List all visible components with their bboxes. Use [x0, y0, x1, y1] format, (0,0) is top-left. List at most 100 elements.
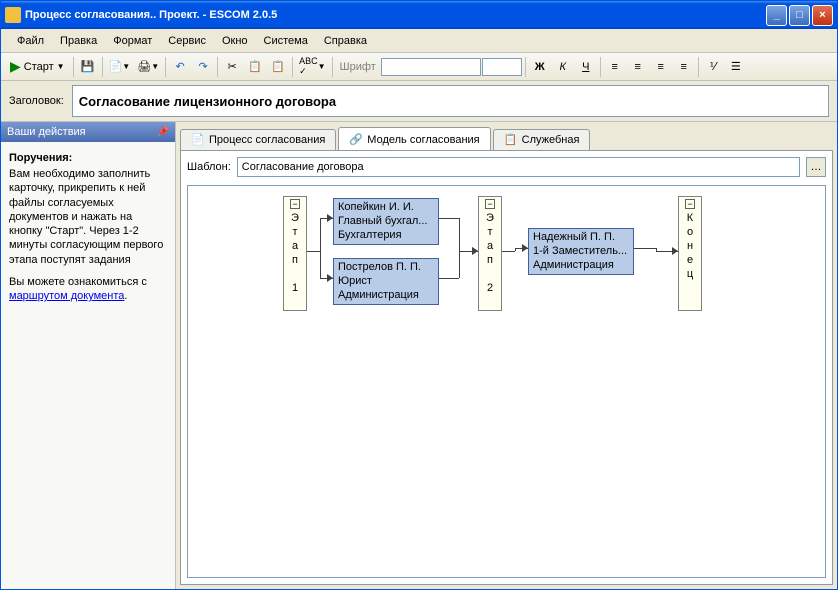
maximize-button[interactable]: □ — [789, 5, 810, 26]
stage-end[interactable]: − Конец — [678, 196, 702, 311]
menu-format[interactable]: Формат — [105, 32, 160, 50]
print-icon: 🖨 — [137, 60, 151, 73]
service-icon: 📋 — [504, 133, 518, 147]
titlebar: Процесс согласования.. Проект. - ESCOM 2… — [1, 1, 837, 29]
template-row: Шаблон: … — [187, 157, 826, 177]
underline-button[interactable]: Ч — [575, 56, 597, 78]
font-name-input[interactable] — [381, 58, 481, 76]
template-input[interactable] — [237, 157, 800, 177]
side-panel-header: Ваши действия 📌 — [1, 122, 175, 142]
minimize-button[interactable]: _ — [766, 5, 787, 26]
bold-icon: Ж — [535, 61, 545, 73]
menu-service[interactable]: Сервис — [160, 32, 214, 50]
italic-button[interactable]: К — [552, 56, 574, 78]
template-label: Шаблон: — [187, 161, 231, 173]
align-justify-button[interactable]: ≡ — [673, 56, 695, 78]
stage-label: Этап 2 — [484, 212, 496, 296]
tab-service[interactable]: 📋 Служебная — [493, 129, 591, 150]
copy-button[interactable]: 📋 — [244, 56, 266, 78]
collapse-toggle[interactable]: − — [485, 199, 495, 209]
tab-label: Служебная — [522, 134, 580, 146]
numbered-list-icon: ⅟ — [710, 60, 716, 73]
header-row: Заголовок: — [1, 81, 837, 122]
window-title: Процесс согласования.. Проект. - ESCOM 2… — [25, 9, 766, 21]
cut-icon: ✂ — [228, 60, 237, 73]
collapse-toggle[interactable]: − — [685, 199, 695, 209]
instructions-text: Вам необходимо заполнить карточку, прикр… — [9, 167, 167, 267]
spellcheck-button[interactable]: ABC✓▼ — [296, 56, 328, 78]
side-panel: Ваши действия 📌 Поручения: Вам необходим… — [1, 122, 176, 589]
pin-icon[interactable]: 📌 — [157, 127, 169, 138]
align-center-icon: ≡ — [635, 61, 641, 73]
app-icon — [5, 7, 21, 23]
header-label: Заголовок: — [9, 95, 64, 107]
approver-node[interactable]: Копейкин И. И.Главный бухгал...Бухгалтер… — [333, 198, 439, 245]
redo-button[interactable]: ↷ — [192, 56, 214, 78]
model-icon: 🔗 — [349, 133, 363, 147]
start-label: Старт — [24, 61, 54, 73]
menu-window[interactable]: Окно — [214, 32, 256, 50]
align-left-icon: ≡ — [612, 61, 618, 73]
undo-icon: ↶ — [176, 60, 185, 73]
numbered-list-button[interactable]: ⅟ — [702, 56, 724, 78]
chevron-down-icon: ▼ — [57, 62, 65, 71]
browse-button[interactable]: … — [806, 157, 826, 177]
side-panel-body: Поручения: Вам необходимо заполнить карт… — [1, 142, 175, 589]
tab-label: Модель согласования — [367, 134, 479, 146]
tab-bar: 📄 Процесс согласования 🔗 Модель согласов… — [180, 126, 833, 150]
underline-icon: Ч — [582, 61, 589, 73]
bullet-list-icon: ☰ — [731, 60, 741, 73]
paste-button[interactable]: 📋 — [267, 56, 289, 78]
stage-s1[interactable]: − Этап 1 — [283, 196, 307, 311]
align-justify-icon: ≡ — [681, 61, 687, 73]
paste-icon: 📋 — [271, 60, 285, 73]
instructions-title: Поручения: — [9, 152, 167, 164]
menu-help[interactable]: Справка — [316, 32, 375, 50]
redo-icon: ↷ — [199, 60, 208, 73]
route-text: Вы можете ознакомиться с маршрутом докум… — [9, 275, 167, 304]
approver-node[interactable]: Пострелов П. П.ЮристАдминистрация — [333, 258, 439, 305]
workflow-diagram[interactable]: − Этап 1 − Этап 2 − Конец Копейкин И. И.Главны… — [187, 185, 826, 578]
save-button[interactable]: 💾 — [77, 56, 99, 78]
route-link[interactable]: маршрутом документа — [9, 290, 124, 302]
bullet-list-button[interactable]: ☰ — [725, 56, 747, 78]
align-right-icon: ≡ — [658, 61, 664, 73]
menu-edit[interactable]: Правка — [52, 32, 105, 50]
toolbar: ▶ Старт ▼ 💾 📄▼ 🖨▼ ↶ ↷ ✂ 📋 📋 ABC✓▼ Шрифт … — [1, 53, 837, 81]
tab-label: Процесс согласования — [209, 134, 325, 146]
start-button[interactable]: ▶ Старт ▼ — [5, 56, 70, 78]
font-size-input[interactable] — [482, 58, 522, 76]
document-icon: 📄 — [109, 60, 123, 73]
title-input[interactable] — [72, 85, 829, 117]
save-icon: 💾 — [81, 60, 95, 73]
print-button[interactable]: 🖨▼ — [134, 56, 162, 78]
stage-s2[interactable]: − Этап 2 — [478, 196, 502, 311]
copy-icon: 📋 — [248, 60, 262, 73]
close-button[interactable]: × — [812, 5, 833, 26]
bold-button[interactable]: Ж — [529, 56, 551, 78]
side-panel-title: Ваши действия — [7, 126, 86, 138]
font-label: Шрифт — [336, 61, 380, 73]
approver-node[interactable]: Надежный П. П.1-й Заместитель...Админист… — [528, 228, 634, 275]
menu-file[interactable]: Файл — [9, 32, 52, 50]
main-area: 📄 Процесс согласования 🔗 Модель согласов… — [176, 122, 837, 589]
process-icon: 📄 — [191, 133, 205, 147]
tab-model[interactable]: 🔗 Модель согласования — [338, 127, 490, 150]
tab-process[interactable]: 📄 Процесс согласования — [180, 129, 336, 150]
play-icon: ▶ — [10, 58, 21, 75]
tab-content: Шаблон: … − Этап 1 − Этап 2 − Конец Копейкин И… — [180, 150, 833, 585]
spellcheck-icon: ABC✓ — [299, 56, 318, 77]
align-right-button[interactable]: ≡ — [650, 56, 672, 78]
menubar: Файл Правка Формат Сервис Окно Система С… — [1, 29, 837, 53]
stage-label: Этап 1 — [289, 212, 301, 296]
new-button[interactable]: 📄▼ — [106, 56, 134, 78]
italic-icon: К — [560, 61, 566, 73]
ellipsis-icon: … — [811, 161, 822, 173]
undo-button[interactable]: ↶ — [169, 56, 191, 78]
menu-system[interactable]: Система — [256, 32, 316, 50]
collapse-toggle[interactable]: − — [290, 199, 300, 209]
align-left-button[interactable]: ≡ — [604, 56, 626, 78]
align-center-button[interactable]: ≡ — [627, 56, 649, 78]
cut-button[interactable]: ✂ — [221, 56, 243, 78]
stage-label: Конец — [684, 212, 696, 282]
